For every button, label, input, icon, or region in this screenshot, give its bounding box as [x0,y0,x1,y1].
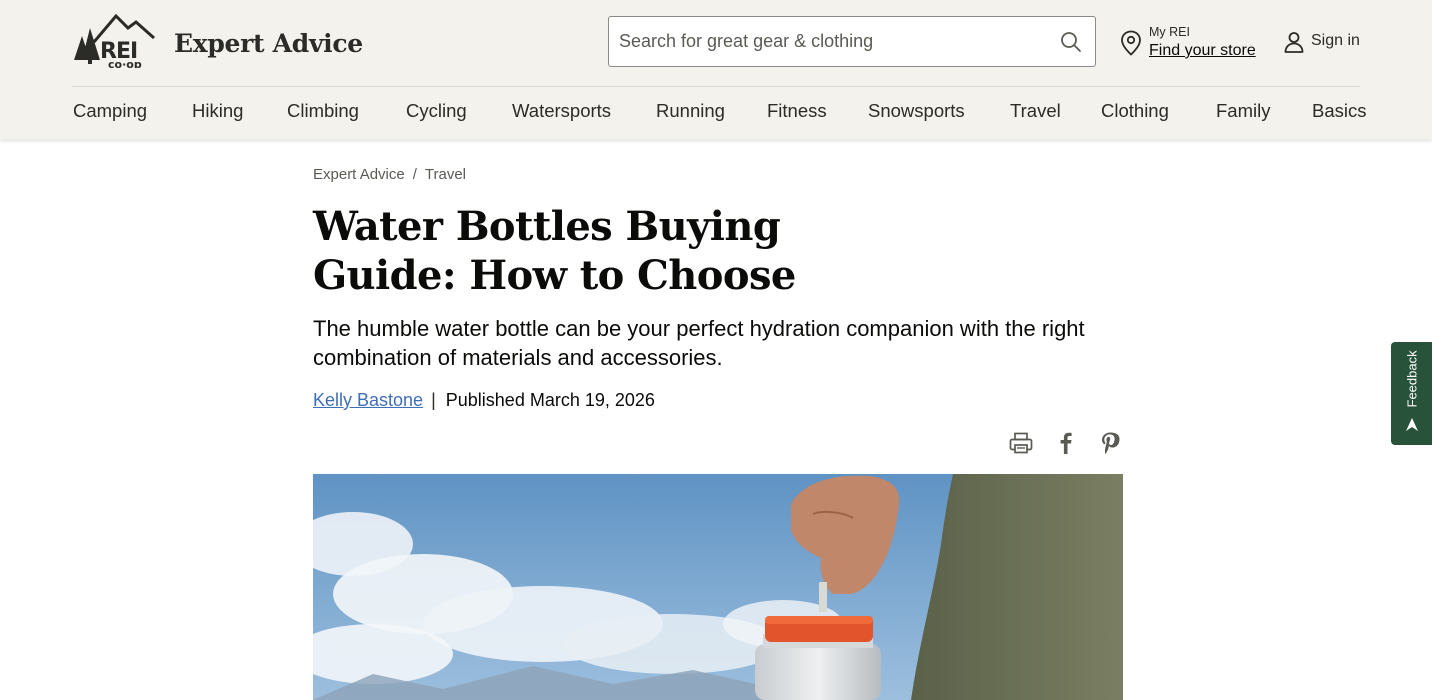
user-icon [1284,32,1304,53]
breadcrumb: Expert Advice / Travel [313,166,466,183]
byline: Kelly Bastone | Published March 19, 2026 [313,390,655,411]
nav-item-climbing[interactable]: Climbing [287,100,359,122]
author-link[interactable]: Kelly Bastone [313,390,423,410]
nav-item-camping[interactable]: Camping [73,100,147,122]
breadcrumb-expert-advice[interactable]: Expert Advice [313,166,405,183]
nav-item-travel[interactable]: Travel [1010,100,1061,122]
pinterest-icon[interactable] [1097,430,1123,456]
cursor-icon [1406,418,1418,431]
breadcrumb-separator: / [412,166,417,183]
nav-item-fitness[interactable]: Fitness [767,100,827,122]
header-divider [72,86,1360,87]
nav-item-basics[interactable]: Basics [1312,100,1367,122]
share-toolbar [1008,430,1124,458]
search-icon[interactable] [1059,30,1083,54]
my-rei-store[interactable]: My REI Find your store [1120,24,1260,64]
nav-item-running[interactable]: Running [656,100,725,122]
my-rei-label: My REI [1149,25,1190,39]
location-pin-icon [1121,30,1141,56]
feedback-label: Feedback [1404,350,1420,408]
feedback-tab[interactable]: Feedback [1391,342,1432,445]
nav-item-hiking[interactable]: Hiking [192,100,243,122]
article-subtitle: The humble water bottle can be your perf… [313,316,1085,370]
site-header: REI co·op Expert Advice My REI Find your… [0,0,1432,139]
nav-item-snowsports[interactable]: Snowsports [868,100,965,122]
byline-separator: | [431,390,436,410]
sign-in-label: Sign in [1311,32,1360,49]
brand-title[interactable]: Expert Advice [174,29,363,58]
nav-item-clothing[interactable]: Clothing [1101,100,1169,122]
svg-text:co·op: co·op [108,58,142,68]
print-icon[interactable] [1008,430,1034,456]
nav-item-cycling[interactable]: Cycling [406,100,467,122]
page-title: Water Bottles Buying Guide: How to Choos… [313,203,796,299]
find-store-link[interactable]: Find your store [1149,42,1256,60]
water-bottle-photo [313,474,1123,700]
facebook-icon[interactable] [1053,430,1079,456]
rei-logo-icon: REI co·op [74,14,155,68]
published-date: Published March 19, 2026 [445,390,655,410]
nav-item-family[interactable]: Family [1216,100,1270,122]
search-input[interactable] [619,17,1049,66]
breadcrumb-travel[interactable]: Travel [425,166,466,183]
main-nav: Camping Hiking Climbing Cycling Waterspo… [73,100,1373,126]
hero-image [313,474,1123,700]
search-box [608,16,1096,67]
nav-item-watersports[interactable]: Watersports [512,100,611,122]
